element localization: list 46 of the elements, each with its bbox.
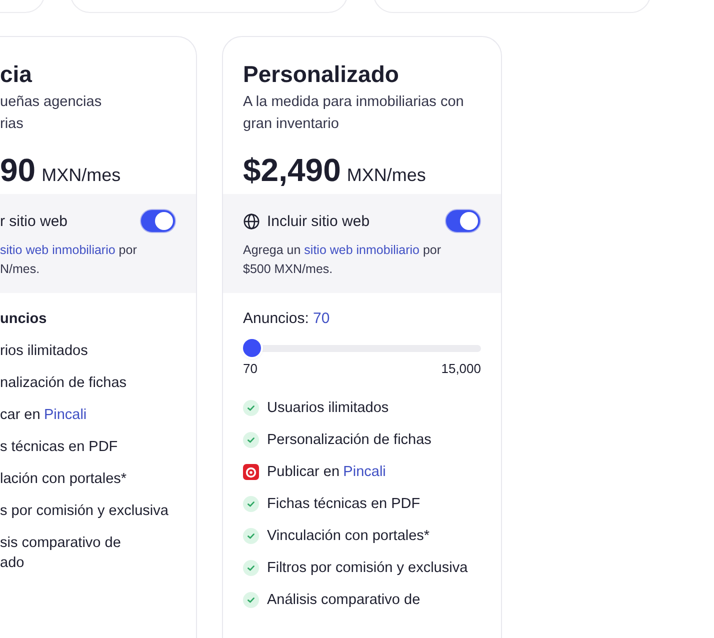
slider-thumb[interactable] — [243, 339, 261, 357]
price-period: MXN/mes — [42, 165, 121, 186]
feature-text: car en Pincali — [0, 406, 87, 425]
feature-text: rios ilimitados — [0, 342, 88, 361]
price-period: MXN/mes — [346, 165, 426, 186]
feature-text: Fichas técnicas en PDF — [267, 495, 420, 514]
check-icon — [243, 528, 259, 544]
slider-max: 15,000 — [441, 361, 481, 376]
toggle-switch[interactable] — [140, 209, 176, 233]
check-icon — [243, 400, 259, 416]
feature-text: Usuarios ilimitados — [267, 399, 389, 418]
check-icon — [243, 432, 259, 448]
link[interactable]: sitio web inmobiliario — [304, 243, 420, 257]
slider-min: 70 — [243, 361, 258, 376]
feature-text: s técnicas en PDF — [0, 438, 118, 457]
feature-text: uncios — [0, 310, 47, 329]
toggle-switch[interactable] — [445, 209, 481, 233]
website-note: sitio web inmobiliario por N/mes. — [0, 242, 138, 278]
slider[interactable] — [243, 338, 481, 358]
website-note: Agrega un sitio web inmobiliario por $500 MXN/mes. — [243, 242, 442, 278]
feature-text: Personalización de fichas — [267, 431, 432, 450]
link[interactable]: Pincali — [343, 464, 386, 480]
plan-description: A la medida para inmobiliarias con gran inventario — [243, 93, 465, 134]
feature-text: s por comisión y exclusiva — [0, 502, 168, 521]
website-label: Incluir sitio web — [267, 212, 371, 230]
globe-icon — [243, 212, 260, 230]
check-icon — [243, 496, 259, 512]
link[interactable]: Pincali — [44, 407, 87, 423]
feature-text: lación con portales* — [0, 470, 127, 489]
check-icon — [243, 560, 259, 576]
feature-text: Análisis comparativo de — [267, 591, 420, 610]
check-icon — [243, 592, 259, 608]
plan-title: Personalizado — [243, 60, 400, 89]
plan-description: ueñas agencias rias — [0, 93, 103, 134]
website-label: r sitio web — [0, 212, 69, 230]
ads-label: Anuncios: 70 — [243, 309, 331, 329]
plan-title: cia — [0, 60, 33, 89]
feature-text: sis comparativo de ado — [0, 534, 121, 573]
price: $2,490 — [243, 152, 341, 189]
feature-text: Vinculación con portales* — [267, 527, 430, 546]
feature-text: nalización de fichas — [0, 374, 127, 393]
price: 90 — [0, 152, 36, 189]
logo-icon — [243, 464, 259, 480]
feature-text: Filtros por comisión y exclusiva — [267, 559, 468, 578]
feature-text: Publicar en Pincali — [267, 463, 386, 482]
link[interactable]: sitio web inmobiliario — [0, 243, 116, 257]
